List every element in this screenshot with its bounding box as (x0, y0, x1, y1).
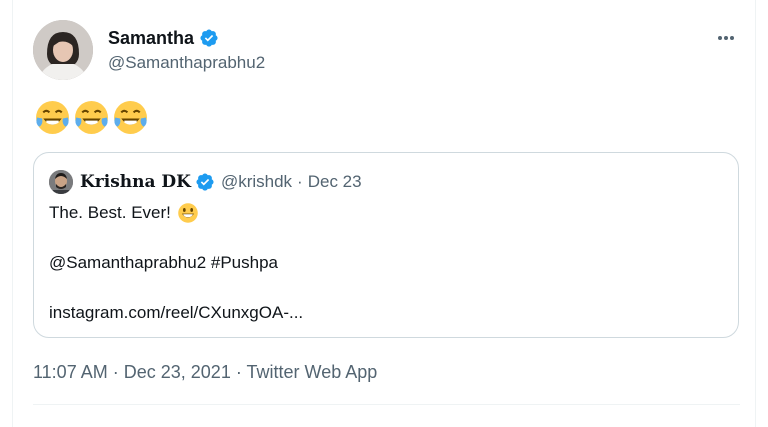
quoted-tweet[interactable]: Krishna DK @krishdk · Dec 23 The. Best. … (33, 152, 739, 338)
quoted-author-handle: @krishdk (220, 172, 293, 191)
quoted-text-line-3: instagram.com/reel/CXunxgOA-... (49, 301, 303, 325)
quoted-author-avatar (49, 170, 73, 194)
author-name-row[interactable]: Samantha (108, 27, 219, 49)
divider (33, 404, 740, 405)
tweet-time-link[interactable]: 11:07 AM (33, 362, 108, 382)
tweet-text-emojis (34, 99, 149, 136)
column-border-right (755, 0, 756, 427)
quoted-author-name: Krishna DK (80, 172, 191, 192)
quoted-text-line-2: @Samanthaprabhu2 #Pushpa (49, 251, 303, 275)
tweet-card: Samantha @Samanthaprabhu2 Krishna DK @kr… (0, 0, 768, 427)
quoted-separator: · (297, 172, 303, 191)
face-with-tears-of-joy-icon (36, 101, 69, 134)
quoted-verified-badge-icon (196, 173, 214, 191)
author-handle[interactable]: @Samanthaprabhu2 (108, 52, 265, 74)
grinning-face-icon (178, 203, 198, 223)
quoted-text-mentions: @Samanthaprabhu2 #Pushpa (49, 253, 278, 272)
column-border-left (12, 0, 13, 427)
tweet-date-link[interactable]: Dec 23, 2021 (124, 362, 231, 382)
quoted-date: Dec 23 (307, 172, 362, 191)
tweet-metadata: 11:07 AM · Dec 23, 2021 · Twitter Web Ap… (33, 360, 377, 384)
author-avatar[interactable] (33, 20, 93, 80)
tweet-source-link[interactable]: Twitter Web App (247, 362, 378, 382)
meta-separator: · (112, 362, 119, 382)
more-options-button[interactable] (714, 26, 738, 50)
meta-separator: · (235, 362, 242, 382)
quoted-tweet-header: Krishna DK @krishdk · Dec 23 (49, 170, 362, 194)
more-dots-icon (718, 36, 734, 40)
quoted-text-headline: The. Best. Ever! (49, 203, 171, 222)
quoted-text-line-1: The. Best. Ever! (49, 201, 303, 225)
author-display-name[interactable]: Samantha (108, 27, 194, 49)
quoted-text-link: instagram.com/reel/CXunxgOA-... (49, 303, 304, 322)
face-with-tears-of-joy-icon (75, 101, 108, 134)
face-with-tears-of-joy-icon (114, 101, 147, 134)
verified-badge-icon (200, 29, 218, 47)
quoted-tweet-text: The. Best. Ever! @Samanthaprabhu2 #Pushp… (49, 201, 303, 325)
